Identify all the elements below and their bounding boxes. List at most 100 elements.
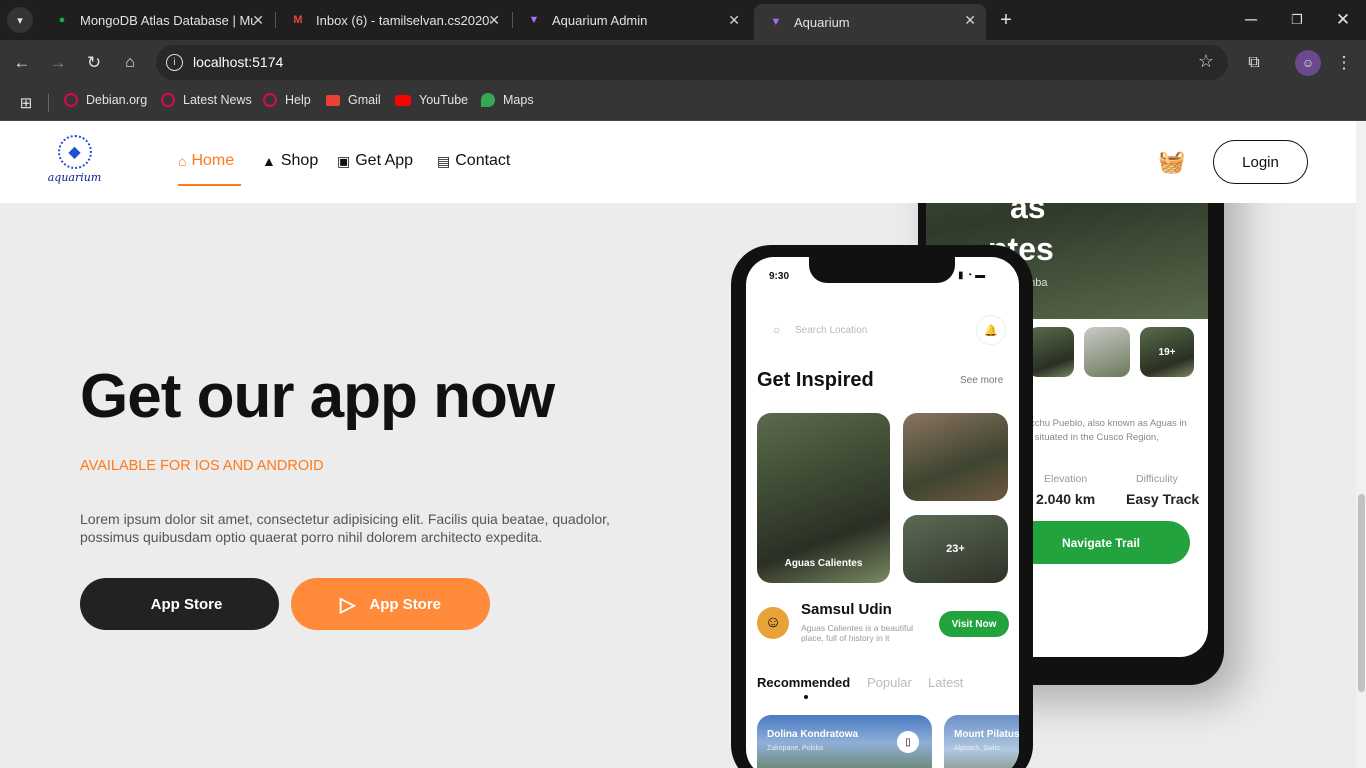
scrollbar-thumb[interactable] — [1358, 494, 1365, 692]
bookmark-icon[interactable]: ▯ — [897, 731, 919, 753]
tab-aquarium-admin[interactable]: ▼ Aquarium Admin ✕ — [512, 0, 750, 40]
play-store-button[interactable]: ▷ App Store — [291, 578, 490, 630]
debian-icon — [64, 93, 78, 107]
home-icon: ⌂ — [178, 153, 187, 169]
apps-grid-icon[interactable]: ⊞ — [13, 90, 39, 116]
app-store-button[interactable]: App Store — [80, 578, 279, 630]
logo-text: aquarium — [47, 171, 102, 184]
side-card[interactable] — [903, 413, 1008, 501]
tab-title: Aquarium — [794, 14, 850, 30]
mongodb-leaf-icon: ● — [58, 14, 66, 26]
button-label: App Store — [150, 595, 223, 613]
nav-label: Get App — [355, 152, 414, 169]
featured-card-label: Aguas Calientes — [784, 558, 863, 569]
status-time: 9:30 — [769, 271, 790, 282]
restore-button[interactable]: ❐ — [1284, 7, 1310, 33]
maps-pin-icon — [481, 93, 495, 107]
nav-home[interactable]: ⌂ Home — [178, 152, 234, 170]
tab-latest[interactable]: Latest — [928, 675, 963, 690]
address-bar[interactable]: i localhost:5174 ☆ — [156, 45, 1228, 80]
basket-icon[interactable]: 🧺 — [1158, 149, 1185, 175]
thumb-more[interactable]: 19+ — [1140, 327, 1194, 377]
section-heading: Get Inspired — [757, 369, 874, 391]
close-tab-icon[interactable]: ✕ — [964, 12, 976, 29]
recommended-title: Mount Pilatus — [954, 729, 1019, 740]
active-tab-dot — [804, 695, 808, 699]
site-info-icon[interactable]: i — [166, 54, 183, 71]
nav-label: Home — [191, 152, 235, 169]
forward-button[interactable]: → — [45, 50, 71, 76]
bookmark-latest-news[interactable]: Latest News — [161, 93, 252, 107]
notification-bell-icon[interactable]: 🔔 — [976, 315, 1006, 345]
bookmark-maps[interactable]: Maps — [481, 93, 534, 107]
nav-label: Contact — [455, 152, 511, 169]
divider — [48, 94, 49, 112]
contact-icon: ▤ — [437, 152, 451, 169]
bookmark-help[interactable]: Help — [263, 93, 311, 107]
back-button[interactable]: ← — [9, 50, 35, 76]
browser-menu-icon[interactable]: ⋮ — [1331, 50, 1357, 76]
extensions-icon[interactable]: ⧉ — [1241, 50, 1267, 76]
hero-paragraph: Lorem ipsum dolor sit amet, consectetur … — [80, 511, 610, 545]
user-description: Aguas Calientes is a beautiful place, fu… — [801, 623, 913, 643]
nav-contact[interactable]: ▤ Contact — [437, 152, 510, 170]
status-icons: ▮ ◔ ▬ — [958, 270, 986, 281]
tab-aquarium[interactable]: ▼ Aquarium ✕ — [754, 4, 986, 40]
thumb-photo[interactable] — [1028, 327, 1074, 377]
url-text[interactable]: localhost:5174 — [193, 54, 283, 70]
tab-gmail[interactable]: M Inbox (6) - tamilselvan.cs2020@ ✕ — [276, 0, 510, 40]
user-avatar: ☺ — [757, 607, 789, 639]
bookmark-gmail[interactable]: Gmail — [326, 93, 381, 107]
location-search-input[interactable]: Search Location — [795, 325, 867, 336]
browser-toolbar: ← → ↻ ⌂ i localhost:5174 ☆ ⧉ ☺ ⋮ — [0, 40, 1366, 85]
nav-shop[interactable]: ▲ Shop — [262, 152, 318, 170]
more-photos-card[interactable]: 23+ — [903, 515, 1008, 583]
nav-label: Shop — [280, 152, 319, 169]
front-phone-screen: 9:30 ▮ ◔ ▬ ○ Search Location 🔔 Get Inspi… — [746, 257, 1019, 768]
bookmark-debian[interactable]: Debian.org — [64, 93, 147, 107]
phone-notch — [809, 257, 955, 283]
dolphin-logo-icon: ◆ — [57, 135, 92, 169]
user-name: Samsul Udin — [801, 601, 892, 618]
see-more-link[interactable]: See more — [960, 375, 1003, 386]
app-icon: ▣ — [337, 152, 351, 169]
navigate-trail-button[interactable]: Navigate Trail — [1012, 521, 1190, 564]
vite-icon: ▼ — [528, 14, 540, 26]
site-logo[interactable]: ◆ aquarium — [47, 135, 102, 190]
debian-icon — [263, 93, 277, 107]
nav-get-app[interactable]: ▣ Get App — [337, 152, 413, 170]
tab-mongodb[interactable]: ● MongoDB Atlas Database | Mul ✕ — [40, 0, 274, 40]
bookmark-label: Help — [285, 93, 311, 107]
visit-now-button[interactable]: Visit Now — [939, 611, 1009, 637]
website-viewport: as ntes amba 19+ hupicchu Pueblo, also k… — [0, 121, 1366, 768]
recommended-location: Alpnach, Switz — [954, 745, 1000, 752]
bookmark-star-icon[interactable]: ☆ — [1198, 51, 1214, 72]
close-window-button[interactable]: ✕ — [1330, 7, 1356, 33]
close-tab-icon[interactable]: ✕ — [252, 12, 264, 29]
minimize-button[interactable]: ─ — [1238, 7, 1264, 33]
hero-subtitle: AVAILABLE FOR IOS AND ANDROID — [80, 458, 324, 474]
page-scrollbar[interactable] — [1356, 121, 1366, 768]
tab-list-button[interactable]: ▾ — [7, 7, 33, 33]
recommended-card[interactable]: Dolina Kondratowa Zakopane, Polska ▯ — [757, 715, 932, 768]
featured-card[interactable]: Aguas Calientes — [757, 413, 890, 583]
close-tab-icon[interactable]: ✕ — [488, 12, 500, 29]
bookmark-label: Latest News — [183, 93, 252, 107]
home-button[interactable]: ⌂ — [117, 50, 143, 76]
close-tab-icon[interactable]: ✕ — [728, 12, 740, 29]
tab-recommended[interactable]: Recommended — [757, 675, 850, 690]
new-tab-button[interactable]: + — [993, 7, 1019, 33]
difficulty-value: Easy Track — [1126, 491, 1200, 507]
profile-avatar[interactable]: ☺ — [1295, 50, 1321, 76]
recommended-card[interactable]: Mount Pilatus Alpnach, Switz — [944, 715, 1019, 768]
reload-button[interactable]: ↻ — [81, 50, 107, 76]
shapes-icon: ▲ — [262, 153, 276, 169]
thumb-photo[interactable] — [1084, 327, 1130, 377]
tab-title: Inbox (6) - tamilselvan.cs2020@ — [316, 12, 491, 28]
tab-popular[interactable]: Popular — [867, 675, 912, 690]
bookmark-youtube[interactable]: YouTube — [395, 93, 468, 107]
bookmark-label: Gmail — [348, 93, 381, 107]
elevation-value: 2.040 km — [1036, 491, 1096, 507]
vite-icon: ▼ — [770, 16, 782, 28]
login-button[interactable]: Login — [1213, 140, 1308, 184]
